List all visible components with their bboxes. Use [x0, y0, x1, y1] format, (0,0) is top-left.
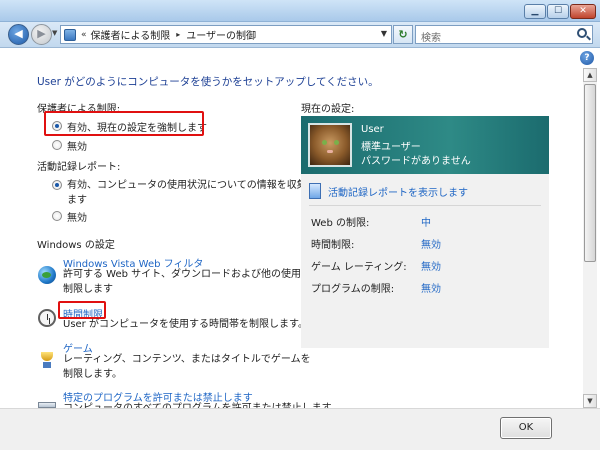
user-header: User 標準ユーザー パスワードがありません [301, 116, 549, 174]
forward-button[interactable]: ▶ [31, 24, 52, 45]
highlight-box [44, 111, 204, 136]
trophy-icon [38, 351, 56, 369]
maximize-button[interactable]: ☐ [547, 4, 569, 19]
content-area: ? ▲ ▼ User がどのようにコンピュータを使うかをセットアップしてください… [0, 48, 600, 408]
setting-value[interactable]: 無効 [421, 258, 441, 273]
control-panel-icon [64, 28, 76, 41]
search-input[interactable]: 検索 [421, 29, 441, 44]
view-activity-report-link[interactable]: 活動記録レポートを表示します [309, 183, 468, 199]
user-name: User [361, 124, 384, 135]
refresh-button[interactable]: ↻ [393, 25, 413, 44]
vertical-scrollbar[interactable]: ▲ ▼ [583, 68, 597, 408]
breadcrumb-separator-icon[interactable]: ▸ [176, 30, 180, 39]
current-settings-heading: 現在の設定: [301, 104, 355, 115]
dialog-footer: OK [0, 408, 600, 450]
search-icon[interactable] [577, 28, 587, 38]
web-filter-desc-line1: 許可する Web サイト、ダウンロードおよび他の使用を [63, 269, 311, 280]
windows-settings-heading: Windows の設定 [37, 240, 115, 251]
navigation-bar: ◀ ▶ ▼ « 保護者による制限 ▸ ユーザーの制御 ▼ ↻ 検索 [0, 22, 600, 48]
scroll-down-icon[interactable]: ▼ [583, 394, 597, 408]
close-button[interactable]: ✕ [570, 4, 596, 19]
refresh-icon: ↻ [398, 28, 408, 41]
games-desc: レーティング、コンテンツ、またはタイトルでゲームを 制限します。 [63, 352, 311, 382]
activity-enable-radio[interactable] [52, 180, 62, 190]
back-button[interactable]: ◀ [8, 24, 29, 45]
setting-key: Web の制限: [311, 218, 370, 229]
password-status: パスワードがありません [361, 156, 471, 167]
parental-disable-label[interactable]: 無効 [67, 138, 87, 153]
address-bar[interactable]: « 保護者による制限 ▸ ユーザーの制御 ▼ [60, 25, 392, 44]
activity-enable-label-line1[interactable]: 有効、コンピュータの使用状況についての情報を収集し [67, 180, 317, 191]
panel-divider [309, 205, 541, 206]
globe-icon [38, 266, 56, 284]
setting-value[interactable]: 無効 [421, 236, 441, 251]
allow-block-programs-desc: コンピュータのすべてのプログラムを許可または禁止します [63, 401, 332, 408]
scroll-thumb[interactable] [584, 84, 596, 262]
ok-button[interactable]: OK [500, 417, 552, 439]
account-type: 標準ユーザー [361, 142, 421, 153]
arrow-right-icon: ▶ [37, 27, 46, 40]
history-dropdown-icon[interactable]: ▼ [52, 29, 60, 37]
user-avatar [308, 123, 352, 167]
clock-icon [38, 309, 56, 327]
address-dropdown-icon[interactable]: ▼ [381, 29, 387, 38]
parental-disable-radio[interactable] [52, 140, 62, 150]
search-box[interactable]: 検索 [415, 25, 593, 44]
scroll-up-icon[interactable]: ▲ [583, 68, 597, 82]
intro-text: User がどのようにコンピュータを使うかをセットアップしてください。 [37, 76, 379, 88]
setting-value[interactable]: 無効 [421, 280, 441, 295]
minimize-button[interactable]: ▁ [524, 4, 546, 19]
parental-disable-option[interactable]: 無効 [52, 138, 87, 153]
web-filter-desc-line2: 制限します [63, 284, 113, 295]
report-icon [309, 183, 321, 199]
view-activity-report-label[interactable]: 活動記録レポートを表示します [328, 184, 468, 199]
title-bar: ▁ ☐ ✕ [0, 0, 600, 22]
breadcrumb-parental-controls[interactable]: 保護者による制限 [91, 27, 171, 42]
activity-enable-label[interactable]: 有効、コンピュータの使用状況についての情報を収集し ます [67, 178, 317, 208]
activity-disable-radio[interactable] [52, 211, 62, 221]
setting-value[interactable]: 中 [421, 214, 431, 229]
current-settings-panel: User 標準ユーザー パスワードがありません 活動記録レポートを表示します W… [301, 116, 549, 348]
setting-key: ゲーム レーティング: [311, 262, 407, 273]
breadcrumb-user-controls[interactable]: ユーザーの制御 [186, 27, 256, 42]
help-icon[interactable]: ? [580, 51, 594, 65]
activity-enable-label-line2[interactable]: ます [67, 195, 87, 206]
activity-report-heading: 活動記録レポート: [37, 162, 121, 173]
activity-enable-option[interactable]: 有効、コンピュータの使用状況についての情報を収集し ます [52, 178, 317, 208]
arrow-left-icon: ◀ [14, 27, 23, 40]
games-desc-line1: レーティング、コンテンツ、またはタイトルでゲームを [63, 354, 311, 365]
chevron-icon[interactable]: « [81, 30, 87, 40]
time-limits-desc: User がコンピュータを使用する時間帯を制限します。 [63, 319, 308, 330]
web-filter-desc: 許可する Web サイト、ダウンロードおよび他の使用を 制限します [63, 267, 311, 297]
setting-key: プログラムの制限: [311, 284, 395, 295]
setting-key: 時間制限: [311, 240, 355, 251]
games-desc-line2: 制限します。 [63, 369, 122, 380]
activity-disable-option[interactable]: 無効 [52, 209, 87, 224]
activity-disable-label[interactable]: 無効 [67, 209, 87, 224]
